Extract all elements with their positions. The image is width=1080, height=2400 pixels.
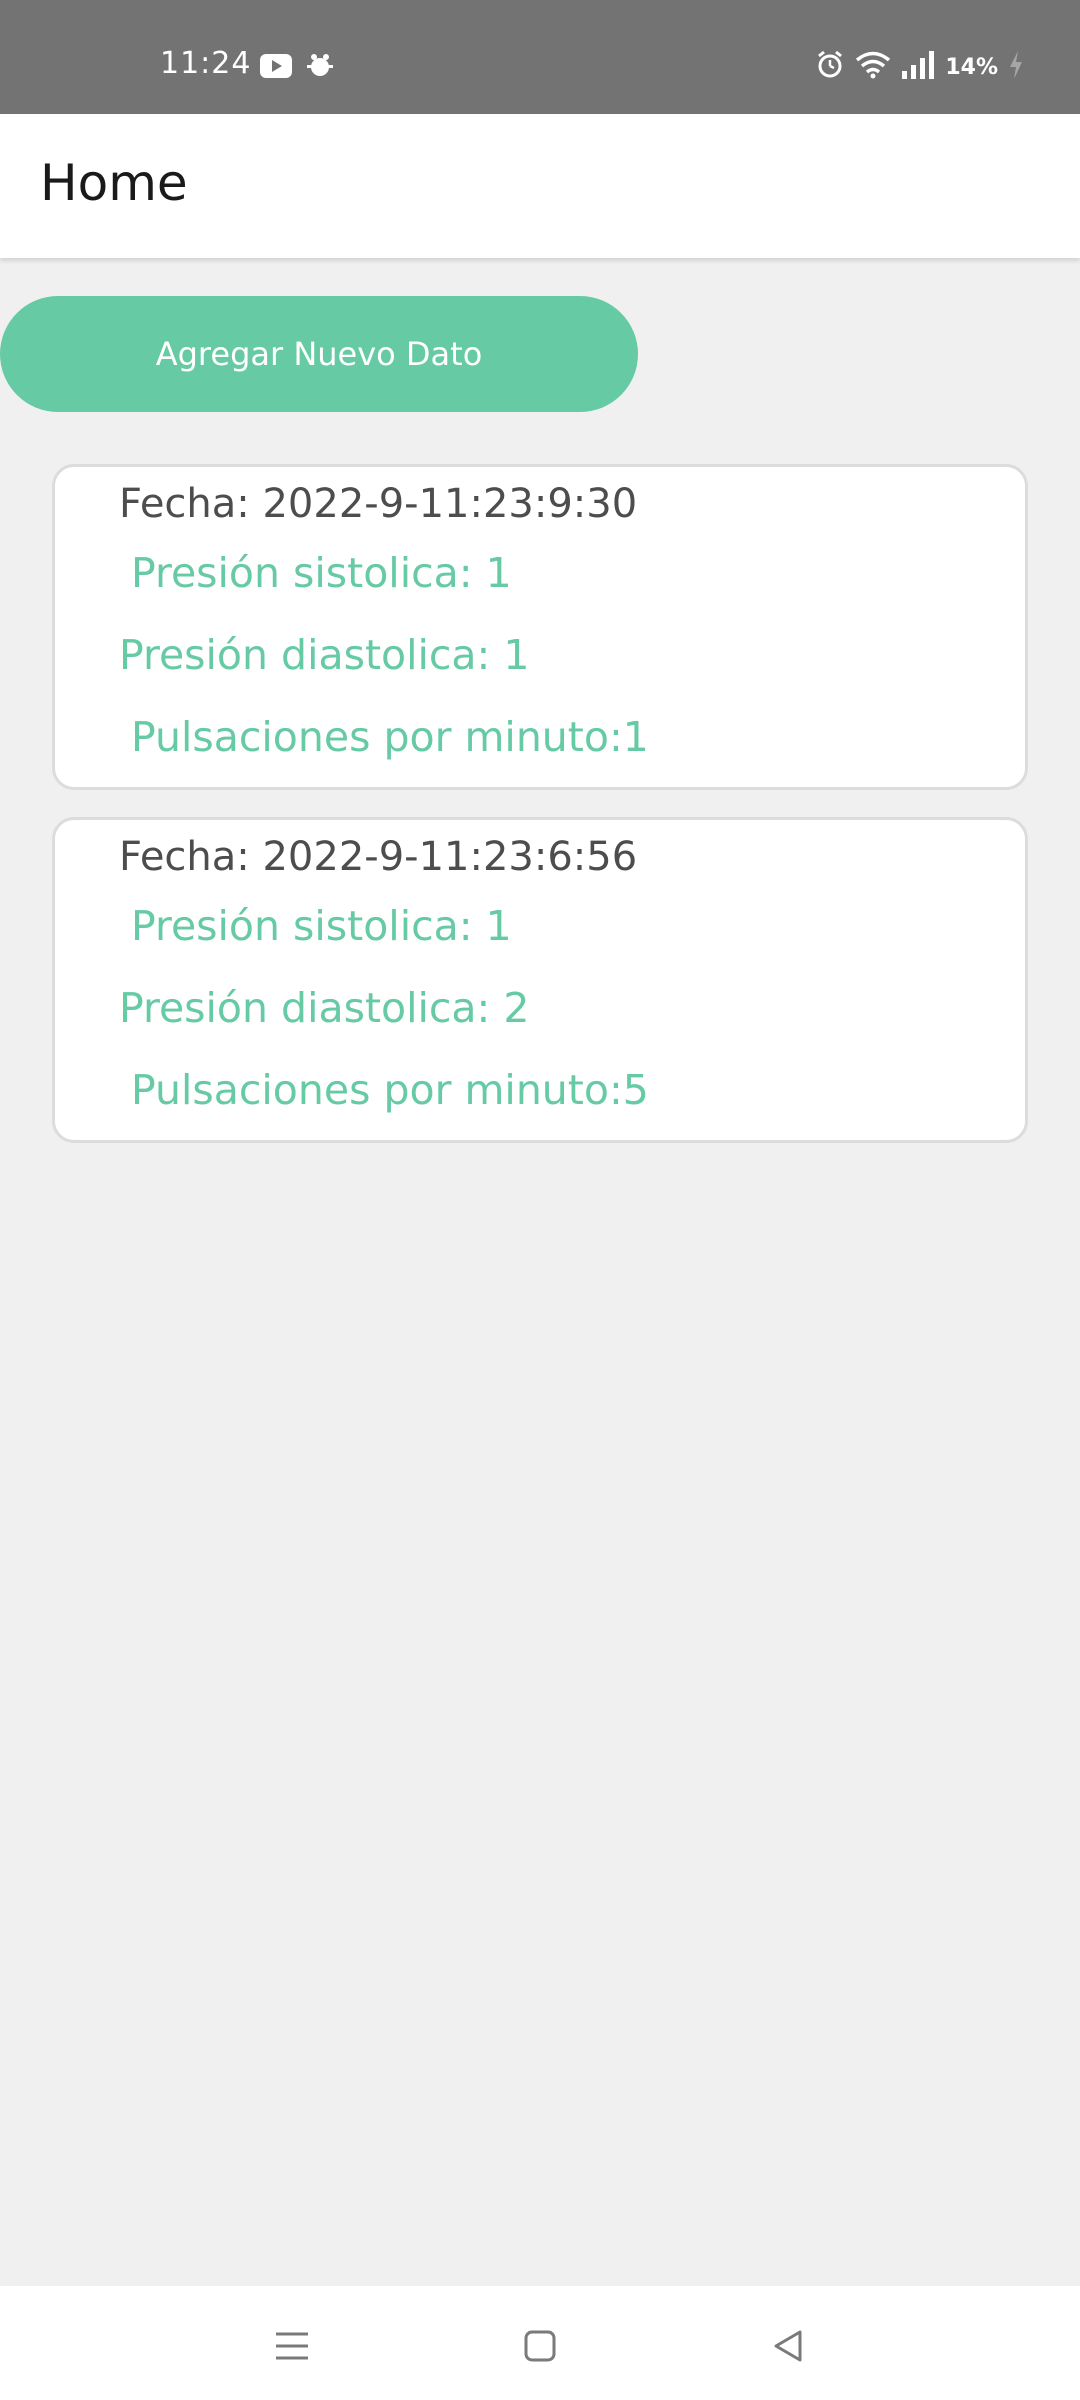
- wifi-icon: [855, 51, 891, 83]
- home-icon[interactable]: [510, 2316, 570, 2376]
- menu-icon[interactable]: [262, 2316, 322, 2376]
- record-pulse: Pulsaciones por minuto:5: [131, 1066, 649, 1114]
- record-systolic: Presión sistolica: 1: [131, 549, 512, 597]
- navigation-bar: [0, 2286, 1080, 2400]
- record-date: Fecha: 2022-9-11:23:6:56: [119, 834, 638, 880]
- back-icon[interactable]: [758, 2316, 818, 2376]
- record-diastolic: Presión diastolica: 1: [119, 631, 530, 679]
- status-system-icons: 14%: [815, 50, 1024, 84]
- alarm-icon: [815, 50, 845, 84]
- record-date: Fecha: 2022-9-11:23:9:30: [119, 481, 638, 527]
- charging-icon: [1008, 51, 1024, 83]
- add-new-data-button[interactable]: Agregar Nuevo Dato: [0, 296, 638, 412]
- record-card: Fecha: 2022-9-11:23:9:30 Presión sistoli…: [52, 464, 1028, 790]
- record-diastolic: Presión diastolica: 2: [119, 984, 530, 1032]
- app-bar: Home: [0, 114, 1080, 258]
- status-notification-icons: [260, 52, 334, 84]
- record-card: Fecha: 2022-9-11:23:6:56 Presión sistoli…: [52, 817, 1028, 1143]
- battery-percent: 14%: [945, 54, 998, 80]
- status-time: 11:24: [160, 46, 252, 81]
- bug-icon: [306, 52, 334, 84]
- signal-icon: [901, 51, 935, 83]
- status-bar: 11:24 14%: [0, 0, 1080, 114]
- record-pulse: Pulsaciones por minuto:1: [131, 713, 649, 761]
- youtube-icon: [260, 54, 292, 82]
- record-systolic: Presión sistolica: 1: [131, 902, 512, 950]
- screen: 11:24 14% Home Agregar Nuevo Dato Fecha:…: [0, 0, 1080, 2400]
- page-title: Home: [40, 154, 188, 212]
